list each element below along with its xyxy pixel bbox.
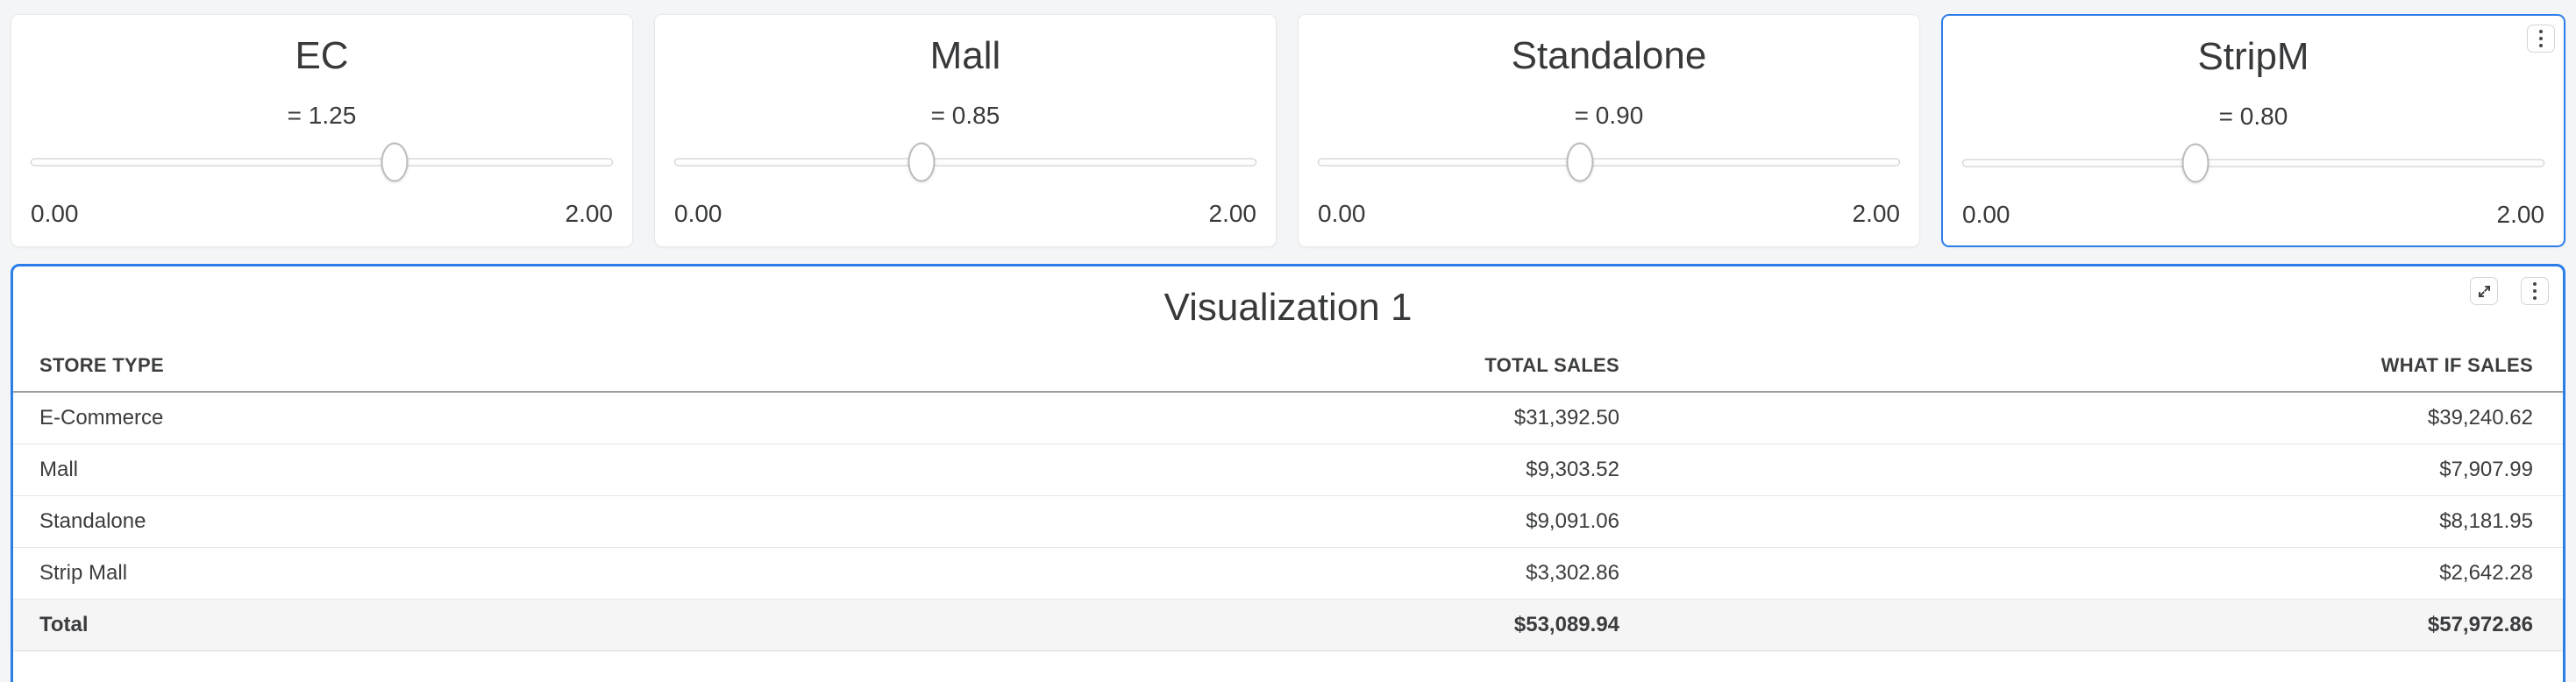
column-header-store-type[interactable]: STORE TYPE (13, 342, 1033, 392)
slider-value-label: = 0.80 (1943, 103, 2564, 131)
slider-track[interactable] (1318, 159, 1900, 167)
cell-what-if-sales: $8,181.95 (1619, 495, 2563, 547)
cell-store-type: Mall (13, 444, 1033, 495)
cell-total-sales-total: $53,089.94 (1033, 599, 1619, 650)
slider-max-label: 2.00 (1853, 200, 1901, 228)
slider-max-label: 2.00 (566, 200, 614, 228)
slider[interactable] (31, 142, 613, 182)
cell-what-if-sales-total: $57,972.86 (1619, 599, 2563, 650)
slider-value-label: = 0.85 (655, 102, 1276, 130)
cell-total-label: Total (13, 599, 1033, 650)
slider-card-title: EC (11, 34, 632, 78)
slider-max-label: 2.00 (1209, 200, 1257, 228)
slider-range-labels: 0.00 2.00 (31, 200, 613, 228)
slider-track[interactable] (1962, 160, 2544, 167)
slider-card-mall[interactable]: Mall = 0.85 0.00 2.00 (654, 14, 1277, 247)
slider-card-title: Standalone (1299, 34, 1919, 78)
kebab-menu-icon (2539, 30, 2543, 47)
cell-total-sales: $31,392.50 (1033, 392, 1619, 444)
slider-range-labels: 0.00 2.00 (1962, 201, 2544, 229)
cell-total-sales: $9,091.06 (1033, 495, 1619, 547)
slider-card-ec[interactable]: EC = 1.25 0.00 2.00 (11, 14, 633, 247)
slider-min-label: 0.00 (674, 200, 722, 228)
cell-what-if-sales: $2,642.28 (1619, 547, 2563, 599)
cell-total-sales: $9,303.52 (1033, 444, 1619, 495)
cell-store-type: Strip Mall (13, 547, 1033, 599)
cell-store-type: E-Commerce (13, 392, 1033, 444)
slider-card-title: StripM (1943, 35, 2564, 79)
table-row[interactable]: Strip Mall $3,302.86 $2,642.28 (13, 547, 2563, 599)
column-header-what-if-sales[interactable]: WHAT IF SALES (1619, 342, 2563, 392)
slider-range-labels: 0.00 2.00 (1318, 200, 1900, 228)
slider-min-label: 0.00 (1318, 200, 1366, 228)
expand-icon (2476, 283, 2493, 300)
table-row[interactable]: Standalone $9,091.06 $8,181.95 (13, 495, 2563, 547)
cell-what-if-sales: $39,240.62 (1619, 392, 2563, 444)
cell-store-type: Standalone (13, 495, 1033, 547)
slider-handle[interactable] (908, 143, 936, 182)
slider-value-label: = 0.90 (1299, 102, 1919, 130)
slider[interactable] (1962, 143, 2544, 183)
kebab-menu-icon (2533, 282, 2537, 300)
slider-range-labels: 0.00 2.00 (674, 200, 1256, 228)
slider-min-label: 0.00 (1962, 201, 2010, 229)
slider-handle[interactable] (2181, 144, 2209, 183)
slider-card-stripm[interactable]: StripM = 0.80 0.00 2.00 (1941, 14, 2565, 247)
column-header-total-sales[interactable]: TOTAL SALES (1033, 342, 1619, 392)
slider-handle[interactable] (381, 143, 409, 182)
slider[interactable] (674, 142, 1256, 182)
slider-card-standalone[interactable]: Standalone = 0.90 0.00 2.00 (1298, 14, 1920, 247)
slider-card-title: Mall (655, 34, 1276, 78)
panel-options-button[interactable] (2521, 277, 2549, 305)
slider-track[interactable] (674, 159, 1256, 167)
expand-button[interactable] (2470, 277, 2498, 305)
visualization-panel[interactable]: Visualization 1 STORE TYPE TOTAL SALES W… (11, 264, 2565, 682)
what-if-slider-row: EC = 1.25 0.00 2.00 Mall = 0.85 0.00 2.0… (0, 0, 2576, 247)
table-header-row: STORE TYPE TOTAL SALES WHAT IF SALES (13, 342, 2563, 392)
slider-min-label: 0.00 (31, 200, 79, 228)
slider-track[interactable] (31, 159, 613, 167)
slider-handle[interactable] (1566, 143, 1593, 182)
sales-table: STORE TYPE TOTAL SALES WHAT IF SALES E-C… (13, 342, 2563, 651)
cell-total-sales: $3,302.86 (1033, 547, 1619, 599)
visualization-title: Visualization 1 (13, 266, 2563, 330)
slider[interactable] (1318, 142, 1900, 182)
card-options-button[interactable] (2527, 25, 2555, 53)
slider-value-label: = 1.25 (11, 102, 632, 130)
table-row[interactable]: E-Commerce $31,392.50 $39,240.62 (13, 392, 2563, 444)
table-row[interactable]: Mall $9,303.52 $7,907.99 (13, 444, 2563, 495)
slider-max-label: 2.00 (2497, 201, 2545, 229)
cell-what-if-sales: $7,907.99 (1619, 444, 2563, 495)
table-total-row: Total $53,089.94 $57,972.86 (13, 599, 2563, 650)
